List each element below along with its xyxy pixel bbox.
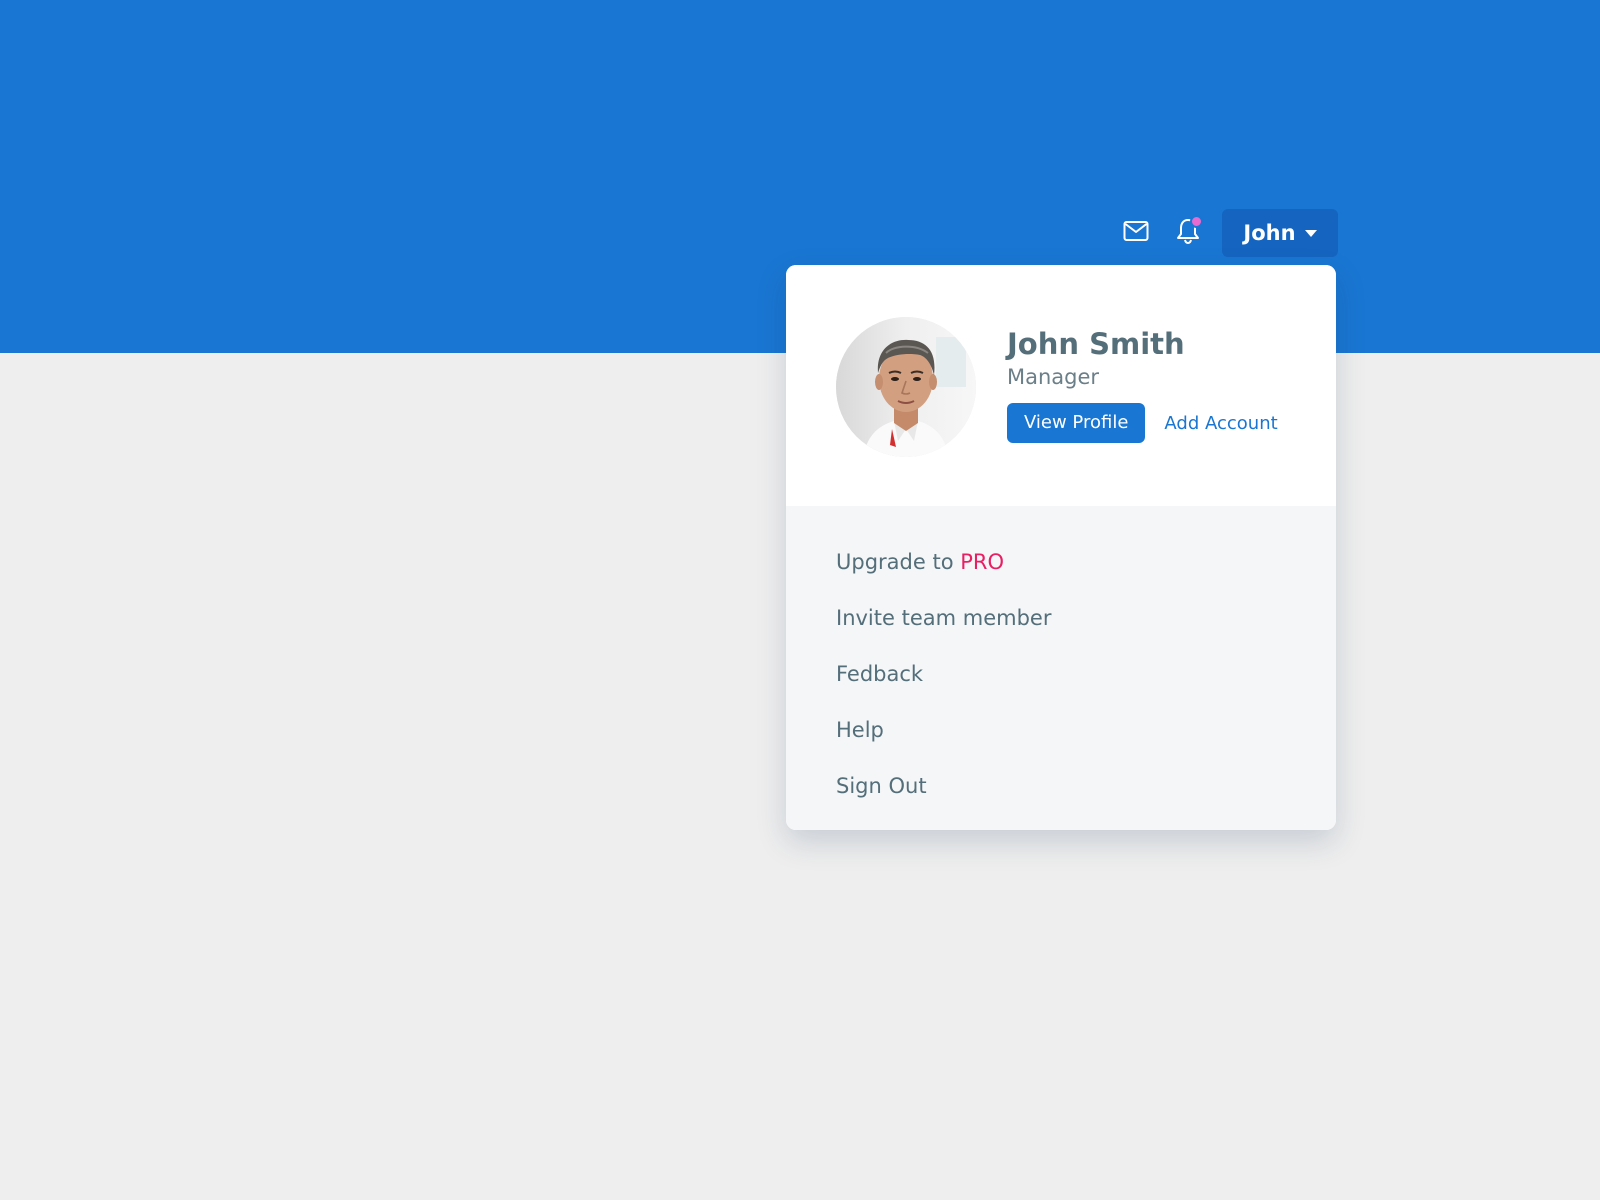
menu-item-upgrade[interactable]: Upgrade to PRO xyxy=(786,534,1336,590)
menu-item-invite[interactable]: Invite team member xyxy=(786,590,1336,646)
avatar xyxy=(836,317,976,457)
add-account-link[interactable]: Add Account xyxy=(1164,413,1277,434)
profile-info: John Smith Manager View Profile Add Acco… xyxy=(1007,327,1278,443)
user-menu-label: John xyxy=(1243,221,1296,245)
menu-item-help[interactable]: Help xyxy=(786,702,1336,758)
user-menu-button[interactable]: John xyxy=(1222,209,1338,257)
view-profile-button[interactable]: View Profile xyxy=(1007,403,1146,443)
menu-item-sign-out[interactable]: Sign Out xyxy=(786,758,1336,814)
notification-dot xyxy=(1190,215,1203,228)
pro-highlight: PRO xyxy=(960,550,1005,574)
profile-name: John Smith xyxy=(1007,327,1185,361)
menu-section: Upgrade to PRO Invite team member Fedbac… xyxy=(786,506,1336,830)
notifications-button[interactable] xyxy=(1162,209,1214,257)
upgrade-prefix: Upgrade to xyxy=(836,550,961,574)
user-dropdown: John Smith Manager View Profile Add Acco… xyxy=(786,265,1336,830)
envelope-icon xyxy=(1123,220,1149,246)
menu-item-feedback[interactable]: Fedback xyxy=(786,646,1336,702)
topbar: John xyxy=(1110,209,1338,257)
profile-role: Manager xyxy=(1007,365,1100,389)
mail-button[interactable] xyxy=(1110,209,1162,257)
profile-actions: View Profile Add Account xyxy=(1007,403,1278,443)
profile-section: John Smith Manager View Profile Add Acco… xyxy=(786,265,1336,506)
caret-down-icon xyxy=(1304,229,1317,237)
